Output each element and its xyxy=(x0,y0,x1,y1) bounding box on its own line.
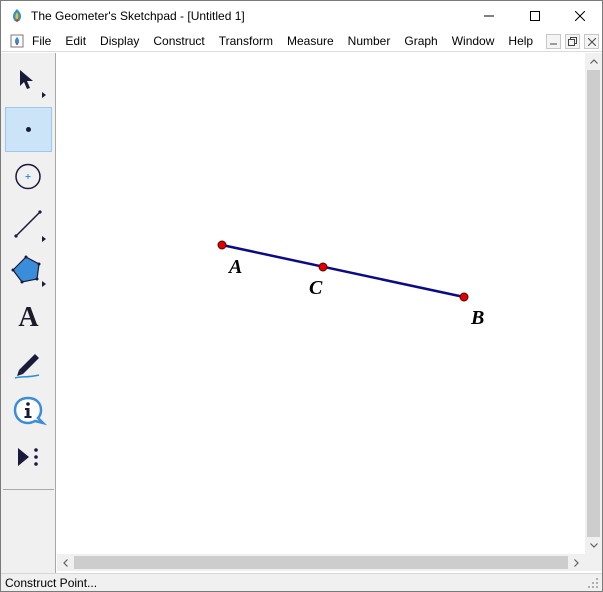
menu-number[interactable]: Number xyxy=(348,34,391,48)
horizontal-scroll-thumb[interactable] xyxy=(74,556,568,569)
marker-icon xyxy=(14,354,40,379)
label-b[interactable]: B xyxy=(470,307,484,329)
status-bar: Construct Point... xyxy=(1,573,602,591)
chevron-up-icon xyxy=(589,59,598,64)
chevron-right-icon xyxy=(574,558,579,567)
scrollbar-corner xyxy=(585,554,602,571)
close-button[interactable] xyxy=(557,1,603,31)
sketchpad-app-icon xyxy=(13,9,21,22)
menu-transform[interactable]: Transform xyxy=(219,34,273,48)
chevron-down-icon xyxy=(589,543,598,548)
compass-icon xyxy=(15,163,41,190)
maximize-button[interactable] xyxy=(512,1,558,31)
document-close-button[interactable] xyxy=(584,34,599,49)
window-title: The Geometer's Sketchpad - [Untitled 1] xyxy=(31,9,245,23)
menu-help[interactable]: Help xyxy=(508,34,533,48)
app-window: The Geometer's Sketchpad - [Untitled 1] … xyxy=(0,0,603,592)
menu-bar: File Edit Display Construct Transform Me… xyxy=(1,31,602,52)
scroll-left-arrow[interactable] xyxy=(57,554,74,571)
vertical-scrollbar[interactable] xyxy=(585,53,602,554)
minimize-button[interactable] xyxy=(466,1,512,31)
scroll-right-arrow[interactable] xyxy=(568,554,585,571)
resize-grip-icon[interactable] xyxy=(587,577,599,589)
point-icon xyxy=(26,127,31,132)
document-icon[interactable] xyxy=(10,34,24,48)
minimize-icon xyxy=(484,15,494,17)
info-icon xyxy=(13,396,48,426)
chevron-left-icon xyxy=(63,558,68,567)
close-icon xyxy=(575,11,585,21)
vertical-scroll-thumb[interactable] xyxy=(587,70,600,537)
point-a[interactable] xyxy=(217,240,227,250)
custom-tools-icon xyxy=(18,448,38,466)
toolbox: A xyxy=(1,53,56,573)
text-icon: A xyxy=(18,301,39,333)
custom-tools[interactable] xyxy=(5,436,52,481)
label-c[interactable]: C xyxy=(309,277,323,299)
label-a[interactable]: A xyxy=(227,256,242,278)
restore-icon xyxy=(568,37,577,46)
sketch-canvas[interactable]: A C B xyxy=(57,53,585,554)
sketch-drawing: A C B xyxy=(217,240,484,329)
polygon-tool[interactable] xyxy=(5,248,52,293)
straightedge-tool[interactable] xyxy=(5,201,52,246)
point-c[interactable] xyxy=(318,262,328,272)
information-tool[interactable] xyxy=(5,389,52,434)
scroll-down-arrow[interactable] xyxy=(585,537,602,554)
point-tool[interactable] xyxy=(5,107,52,152)
menu-graph[interactable]: Graph xyxy=(404,34,437,48)
minimize-icon xyxy=(550,43,557,45)
status-text: Construct Point... xyxy=(5,576,98,590)
arrow-icon xyxy=(20,70,46,98)
polygon-icon xyxy=(11,255,46,287)
menu-measure[interactable]: Measure xyxy=(287,34,334,48)
menu-file[interactable]: File xyxy=(32,34,51,48)
close-icon xyxy=(587,37,596,46)
toolbox-divider xyxy=(3,489,54,490)
maximize-icon xyxy=(530,11,540,21)
title-bar: The Geometer's Sketchpad - [Untitled 1] xyxy=(1,1,602,31)
menu-edit[interactable]: Edit xyxy=(65,34,86,48)
point-b[interactable] xyxy=(459,292,469,302)
menu-display[interactable]: Display xyxy=(100,34,139,48)
document-minimize-button[interactable] xyxy=(546,34,561,49)
horizontal-scrollbar[interactable] xyxy=(57,554,585,571)
segment-ab[interactable] xyxy=(221,243,465,299)
marker-tool[interactable] xyxy=(5,342,52,387)
compass-tool[interactable] xyxy=(5,154,52,199)
menu-items: File Edit Display Construct Transform Me… xyxy=(32,34,547,48)
text-tool[interactable]: A xyxy=(5,295,52,340)
scroll-up-arrow[interactable] xyxy=(585,53,602,70)
segment-icon xyxy=(14,210,46,242)
arrow-tool[interactable] xyxy=(5,59,52,104)
menu-window[interactable]: Window xyxy=(452,34,495,48)
menu-construct[interactable]: Construct xyxy=(153,34,204,48)
document-restore-button[interactable] xyxy=(565,34,580,49)
